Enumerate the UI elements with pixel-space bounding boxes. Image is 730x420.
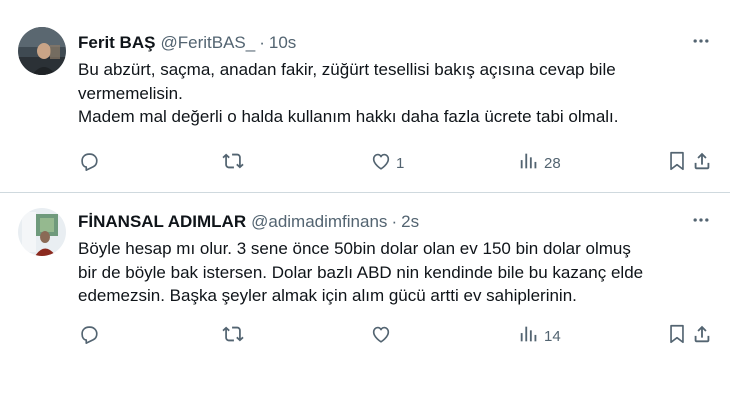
more-icon[interactable] xyxy=(690,30,712,52)
reply-button[interactable] xyxy=(78,323,100,349)
share-button[interactable] xyxy=(691,150,713,176)
separator-dot: · xyxy=(391,212,398,231)
like-button[interactable]: 1 xyxy=(370,150,404,176)
tweet-body: Ferit BAŞ @FeritBAS_ · 10s Bu abzürt, sa… xyxy=(78,32,712,172)
tweet[interactable]: Ferit BAŞ @FeritBAS_ · 10s Bu abzürt, sa… xyxy=(0,0,730,193)
retweet-icon xyxy=(222,150,244,176)
like-count: 1 xyxy=(396,154,405,172)
tweet-text: Böyle hesap mı olur. 3 sene önce 50bin d… xyxy=(78,239,644,305)
view-count: 28 xyxy=(544,154,561,172)
tweet-header: FİNANSAL ADIMLAR @adimadimfinans · 2s xyxy=(78,211,712,233)
views-icon xyxy=(518,323,540,349)
reply-icon xyxy=(78,150,100,176)
bookmark-icon xyxy=(666,323,688,349)
timestamp[interactable]: 2s xyxy=(401,211,419,233)
display-name[interactable]: FİNANSAL ADIMLAR xyxy=(78,211,246,233)
tweet-header: Ferit BAŞ @FeritBAS_ · 10s xyxy=(78,32,712,54)
view-count: 14 xyxy=(544,327,561,345)
user-handle[interactable]: @FeritBAS_ xyxy=(160,32,255,54)
views-icon xyxy=(518,150,540,176)
like-button[interactable] xyxy=(370,323,396,349)
retweet-button[interactable] xyxy=(222,150,244,176)
bookmark-button[interactable] xyxy=(666,323,688,349)
like-icon xyxy=(370,323,392,349)
views-button[interactable]: 28 xyxy=(518,150,561,176)
like-icon xyxy=(370,150,392,176)
user-handle[interactable]: @adimadimfinans xyxy=(251,211,387,233)
display-name[interactable]: Ferit BAŞ xyxy=(78,32,155,54)
bookmark-button[interactable] xyxy=(666,150,688,176)
separator-dot: · xyxy=(259,33,265,52)
tweet-text: Bu abzürt, saçma, anadan fakir, züğürt t… xyxy=(78,60,619,126)
tweet-body: FİNANSAL ADIMLAR @adimadimfinans · 2s Bö… xyxy=(78,211,712,345)
reply-button[interactable] xyxy=(78,150,100,176)
action-bar: 14 xyxy=(78,323,712,347)
tweet[interactable]: FİNANSAL ADIMLAR @adimadimfinans · 2s Bö… xyxy=(0,193,730,419)
avatar[interactable] xyxy=(18,27,66,75)
retweet-button[interactable] xyxy=(222,323,244,349)
action-bar: 1 28 xyxy=(78,150,712,174)
reply-icon xyxy=(78,323,100,349)
avatar[interactable] xyxy=(18,208,66,256)
views-button[interactable]: 14 xyxy=(518,323,561,349)
timestamp[interactable]: 10s xyxy=(269,32,296,54)
more-icon[interactable] xyxy=(690,209,712,231)
share-button[interactable] xyxy=(691,323,713,349)
timeline-feed: Ferit BAŞ @FeritBAS_ · 10s Bu abzürt, sa… xyxy=(0,0,730,420)
bookmark-icon xyxy=(666,150,688,176)
share-icon xyxy=(691,323,713,349)
share-icon xyxy=(691,150,713,176)
retweet-icon xyxy=(222,323,244,349)
